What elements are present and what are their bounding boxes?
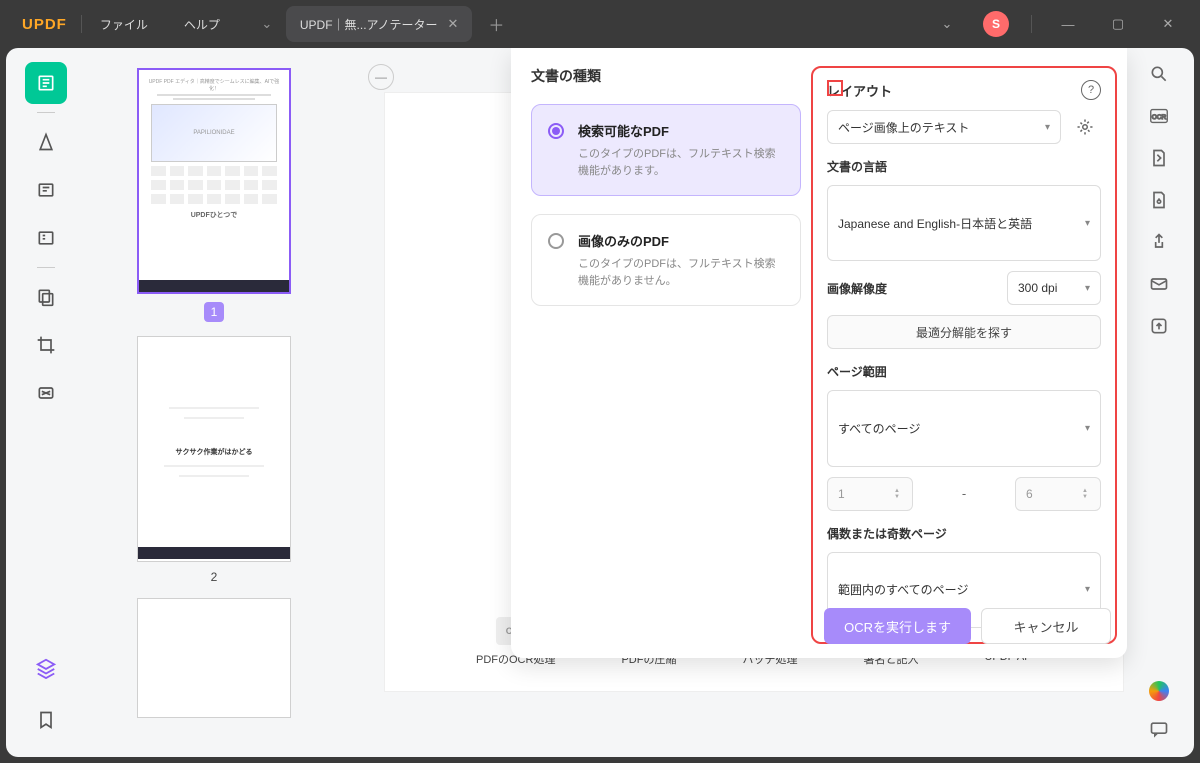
crop-icon[interactable] (25, 324, 67, 366)
ocr-settings-modal: 文書の種類 検索可能なPDF このタイプのPDFは、フルテキスト検索機能がありま… (511, 48, 1127, 658)
page-number-2: 2 (211, 570, 218, 584)
radio-icon (548, 233, 564, 249)
edit-text-icon[interactable] (25, 169, 67, 211)
doc-type-searchable[interactable]: 検索可能なPDF このタイプのPDFは、フルテキスト検索機能があります。 (531, 104, 801, 196)
radio-icon (548, 123, 564, 139)
range-dash: - (923, 486, 1005, 501)
page-range-heading: ページ範囲 (827, 363, 1101, 380)
collapse-panel-icon[interactable]: — (368, 64, 394, 90)
protect-icon[interactable] (1147, 188, 1171, 212)
thumbnail-page-3[interactable] (137, 598, 291, 718)
window-maximize-icon[interactable]: ▢ (1104, 16, 1132, 32)
thumbnail-page-2[interactable]: サクサク作業がはかどる (137, 336, 291, 562)
app-logo: UPDF (8, 16, 81, 33)
menu-help[interactable]: ヘルプ (166, 16, 238, 33)
ocr-icon[interactable]: OCR (1147, 104, 1171, 128)
chevron-down-icon[interactable]: ⌄ (933, 16, 961, 32)
organize-pages-icon[interactable] (25, 276, 67, 318)
tab-title: UPDF｜無...アノテーター (300, 16, 438, 33)
share-icon[interactable] (1147, 230, 1171, 254)
menu-file[interactable]: ファイル (82, 16, 166, 33)
left-tool-rail (6, 48, 86, 757)
doc-type-heading: 文書の種類 (531, 66, 801, 86)
reader-mode-icon[interactable] (25, 62, 67, 104)
page-range-from-input[interactable]: 1▲▼ (827, 477, 913, 511)
language-select[interactable]: Japanese and English-日本語と英語 (827, 185, 1101, 261)
ai-icon[interactable] (1147, 679, 1171, 703)
cancel-button[interactable]: キャンセル (981, 608, 1111, 644)
redact-icon[interactable] (25, 372, 67, 414)
parity-heading: 偶数または奇数ページ (827, 525, 1101, 542)
window-close-icon[interactable]: ✕ (1154, 16, 1182, 32)
bookmark-icon[interactable] (25, 699, 67, 741)
gear-icon[interactable] (1069, 111, 1101, 143)
tab-dropdown-icon[interactable]: ⌄ (248, 6, 286, 42)
avatar[interactable]: S (983, 11, 1009, 37)
right-tool-rail: OCR (1124, 48, 1194, 757)
page-number-1: 1 (204, 302, 224, 322)
search-icon[interactable] (1147, 62, 1171, 86)
page-range-to-input[interactable]: 6▲▼ (1015, 477, 1101, 511)
svg-text:OCR: OCR (1152, 114, 1167, 121)
tab-add-button[interactable]: ＋ (480, 8, 512, 40)
thumbnail-panel: UPDF PDF エディタ｜高精度でシームレスに編集、AIで強化！ PAPILI… (86, 48, 356, 757)
resolution-heading: 画像解像度 (827, 280, 887, 297)
doc-type-image-only[interactable]: 画像のみのPDF このタイプのPDFは、フルテキスト検索機能がありません。 (531, 214, 801, 306)
layout-select[interactable]: ページ画像上のテキスト (827, 110, 1061, 144)
chat-icon[interactable] (1147, 717, 1171, 741)
window-minimize-icon[interactable]: — (1054, 17, 1082, 32)
compress-icon[interactable] (1147, 146, 1171, 170)
annotate-icon[interactable] (25, 121, 67, 163)
thumbnail-page-1[interactable]: UPDF PDF エディタ｜高精度でシームレスに編集、AIで強化！ PAPILI… (137, 68, 291, 294)
layout-heading: レイアウト (827, 81, 892, 100)
language-heading: 文書の言語 (827, 158, 1101, 175)
run-ocr-button[interactable]: OCRを実行します (824, 608, 971, 644)
page-range-select[interactable]: すべてのページ (827, 390, 1101, 466)
export-icon[interactable] (1147, 314, 1171, 338)
document-tab[interactable]: UPDF｜無...アノテーター ✕ (286, 6, 473, 42)
form-icon[interactable] (25, 217, 67, 259)
ocr-layout-panel: レイアウト ? ページ画像上のテキスト 文書の言語 Japanese and E… (811, 66, 1117, 644)
mail-icon[interactable] (1147, 272, 1171, 296)
help-icon[interactable]: ? (1081, 80, 1101, 100)
tab-close-icon[interactable]: ✕ (447, 16, 458, 32)
layers-icon[interactable] (25, 647, 67, 689)
title-bar: UPDF ファイル ヘルプ ⌄ UPDF｜無...アノテーター ✕ ＋ ⌄ S … (0, 0, 1200, 48)
resolution-select[interactable]: 300 dpi (1007, 271, 1101, 305)
optimal-resolution-button[interactable]: 最適分解能を探す (827, 315, 1101, 349)
